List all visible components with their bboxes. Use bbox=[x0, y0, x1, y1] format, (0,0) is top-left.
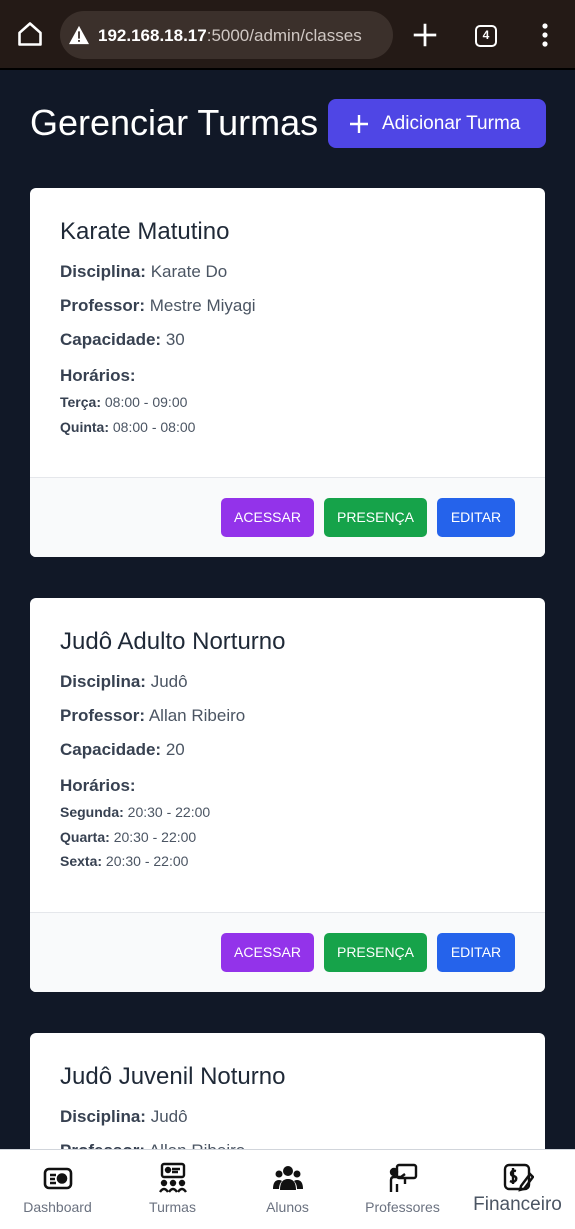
nav-professores[interactable]: Professores bbox=[345, 1150, 460, 1229]
capacity-value: 20 bbox=[165, 740, 185, 759]
capacity-field: Capacidade: 20 bbox=[60, 740, 185, 759]
discipline-field: Disciplina: Karate Do bbox=[60, 262, 228, 281]
students-icon bbox=[272, 1166, 303, 1190]
bottom-navigation: Dashboard Turmas Alunos Professores Fina… bbox=[0, 1149, 575, 1229]
tab-count-button[interactable]: 4 bbox=[475, 25, 497, 47]
capacity-field: Capacidade: 30 bbox=[60, 330, 185, 349]
teacher-value: Allan Ribeiro bbox=[148, 706, 246, 725]
discipline-field: Disciplina: Judô bbox=[60, 672, 188, 691]
schedule-row: Sexta: 20:30 - 22:00 bbox=[60, 853, 189, 869]
card-actions: ACESSAR PRESENÇA EDITAR bbox=[30, 477, 545, 557]
capacity-value: 30 bbox=[165, 330, 185, 349]
schedule-row: Segunda: 20:30 - 22:00 bbox=[60, 804, 211, 820]
class-card: Judô Juvenil Noturno Disciplina: Judô Pr… bbox=[30, 1033, 545, 1149]
edit-button[interactable]: EDITAR bbox=[437, 933, 515, 972]
finance-icon bbox=[503, 1163, 534, 1192]
teacher-value: Allan Ribeiro bbox=[149, 1141, 245, 1149]
nav-turmas[interactable]: Turmas bbox=[115, 1150, 230, 1229]
classes-icon bbox=[158, 1162, 187, 1193]
nav-alunos[interactable]: Alunos bbox=[230, 1150, 345, 1229]
discipline-value: Karate Do bbox=[150, 262, 228, 281]
class-name: Karate Matutino bbox=[60, 218, 230, 245]
page-title: Gerenciar Turmas bbox=[30, 102, 319, 143]
teacher-field: Professor: Mestre Miyagi bbox=[60, 296, 256, 315]
schedule-row: Quinta: 08:00 - 08:00 bbox=[60, 418, 196, 435]
presence-button[interactable]: PRESENÇA bbox=[324, 933, 427, 972]
class-name: Judô Adulto Norturno bbox=[60, 628, 286, 655]
teachers-icon bbox=[389, 1163, 417, 1192]
url-text: 192.168.18.17:5000/admin/classes bbox=[98, 26, 362, 45]
nav-dashboard[interactable]: Dashboard bbox=[0, 1150, 115, 1229]
add-class-label: Adicionar Turma bbox=[382, 112, 521, 134]
schedules-heading: Horários: bbox=[60, 366, 136, 385]
dashboard-icon bbox=[43, 1167, 72, 1190]
access-button[interactable]: ACESSAR bbox=[221, 498, 314, 537]
card-actions: ACESSAR PRESENÇA EDITAR bbox=[30, 912, 545, 992]
more-options-icon[interactable] bbox=[536, 22, 554, 48]
class-card: Karate Matutino Disciplina: Karate Do Pr… bbox=[30, 188, 545, 557]
class-card: Judô Adulto Norturno Disciplina: Judô Pr… bbox=[30, 598, 545, 992]
add-class-button[interactable]: Adicionar Turma bbox=[328, 99, 546, 148]
nav-financeiro[interactable]: Financeiro bbox=[460, 1150, 575, 1229]
discipline-value: Judô bbox=[150, 672, 188, 691]
warning-icon[interactable] bbox=[68, 25, 90, 45]
class-name: Judô Juvenil Noturno bbox=[60, 1063, 286, 1090]
browser-toolbar: 192.168.18.17:5000/admin/classes 4 bbox=[0, 0, 575, 70]
page-content: Gerenciar Turmas Adicionar Turma Karate … bbox=[0, 72, 575, 1149]
discipline-value: Judô bbox=[150, 1107, 188, 1126]
schedule-row: Quarta: 20:30 - 22:00 bbox=[60, 828, 197, 845]
address-bar[interactable]: 192.168.18.17:5000/admin/classes bbox=[60, 11, 393, 59]
presence-button[interactable]: PRESENÇA bbox=[324, 498, 427, 537]
schedule-row: Terça: 08:00 - 09:00 bbox=[60, 394, 188, 410]
edit-button[interactable]: EDITAR bbox=[437, 498, 515, 537]
new-tab-icon[interactable] bbox=[410, 20, 440, 50]
plus-icon bbox=[350, 114, 368, 133]
home-icon[interactable] bbox=[16, 20, 44, 48]
teacher-field: Professor: Allan Ribeiro bbox=[60, 1141, 515, 1149]
discipline-field: Disciplina: Judô bbox=[60, 1107, 188, 1126]
schedules-heading: Horários: bbox=[60, 776, 136, 795]
teacher-value: Mestre Miyagi bbox=[149, 296, 256, 315]
teacher-field: Professor: Allan Ribeiro bbox=[60, 706, 246, 725]
access-button[interactable]: ACESSAR bbox=[221, 933, 314, 972]
